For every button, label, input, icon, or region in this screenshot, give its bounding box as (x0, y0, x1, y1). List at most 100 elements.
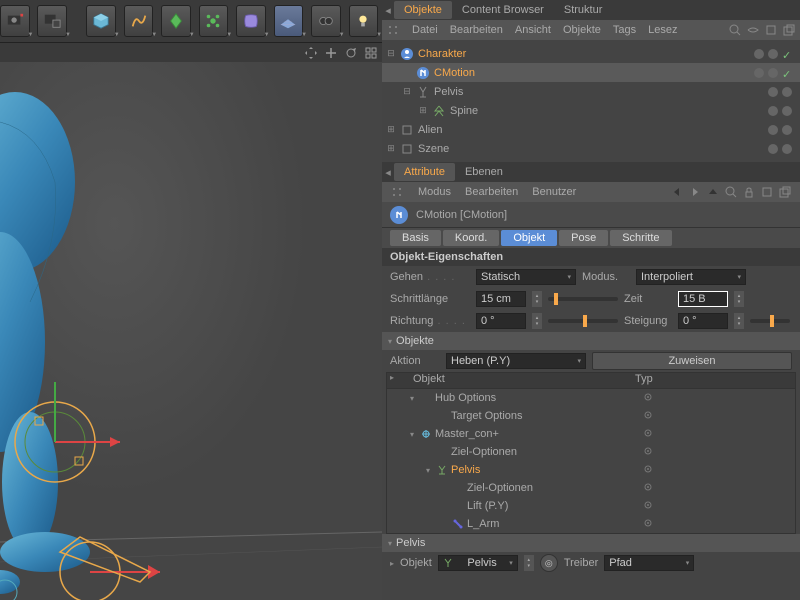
list-item[interactable]: ▾ Hub Options (387, 389, 795, 407)
visibility-tag[interactable] (768, 87, 778, 97)
tool-spline-icon[interactable] (124, 5, 154, 37)
lock-icon[interactable] (742, 185, 756, 199)
menu-grip-icon[interactable] (390, 185, 404, 199)
undock-icon[interactable] (778, 185, 792, 199)
tool-light-icon[interactable] (349, 5, 379, 37)
visibility-tag[interactable] (782, 106, 792, 116)
tree-row-alien[interactable]: ⊞ Alien (382, 120, 800, 139)
tab-struktur[interactable]: Struktur (554, 1, 613, 19)
tool-floor-icon[interactable] (274, 5, 304, 37)
dropdown-icon[interactable]: ▼ (65, 32, 71, 38)
tab-ebenen[interactable]: Ebenen (455, 163, 513, 181)
item-gear-icon[interactable] (643, 446, 655, 459)
enable-check-icon[interactable]: ✓ (782, 49, 792, 59)
vp-layout-icon[interactable] (364, 46, 378, 60)
subtab-pose[interactable]: Pose (559, 230, 608, 246)
tree-row-spine[interactable]: ⊞ Spine (382, 101, 800, 120)
tool-render-settings-icon[interactable] (37, 5, 67, 37)
dropdown-icon[interactable]: ▼ (151, 32, 157, 38)
tool-render-icon[interactable] (0, 5, 30, 37)
tool-cube-icon[interactable] (86, 5, 116, 37)
tab-content-browser[interactable]: Content Browser (452, 1, 554, 19)
item-gear-icon[interactable] (643, 518, 655, 531)
section-objekte[interactable]: Objekte (382, 332, 800, 350)
nav-back-icon[interactable] (670, 185, 684, 199)
menu-bearbeiten[interactable]: Bearbeiten (465, 186, 518, 198)
filter-icon[interactable] (764, 23, 778, 37)
dropdown-icon[interactable]: ▼ (189, 32, 195, 38)
dropdown-icon[interactable]: ▼ (339, 32, 345, 38)
tree-row-pelvis[interactable]: ⊟ Pelvis (382, 82, 800, 101)
menu-lesez[interactable]: Lesez (648, 24, 677, 36)
modus-select[interactable]: Interpoliert (636, 269, 746, 285)
treiber-select[interactable]: Pfad (604, 555, 694, 571)
dropdown-icon[interactable]: ▼ (226, 32, 232, 38)
vp-zoom-icon[interactable] (324, 46, 338, 60)
nav-fwd-icon[interactable] (688, 185, 702, 199)
menu-objekte[interactable]: Objekte (563, 24, 601, 36)
item-gear-icon[interactable] (643, 428, 655, 441)
menu-bearbeiten[interactable]: Bearbeiten (450, 24, 503, 36)
zeit-input[interactable] (678, 291, 728, 307)
tree-row-cmotion[interactable]: CMotion ✓ (382, 63, 800, 82)
steigung-input[interactable] (678, 313, 728, 329)
list-item[interactable]: ▾ Master_con+ (387, 425, 795, 443)
aktion-select[interactable]: Heben (P.Y) (446, 353, 586, 369)
new-icon[interactable] (760, 185, 774, 199)
list-item[interactable]: ▾ Pelvis (387, 461, 795, 479)
expand-icon[interactable]: ⊟ (402, 86, 412, 97)
menu-tags[interactable]: Tags (613, 24, 636, 36)
tool-nurbs-icon[interactable] (161, 5, 191, 37)
list-item[interactable]: Ziel-Optionen (387, 479, 795, 497)
visibility-tag[interactable] (768, 125, 778, 135)
spinner[interactable] (532, 313, 542, 329)
dropdown-icon[interactable]: ▼ (301, 32, 307, 38)
expand-icon[interactable]: ⊞ (418, 105, 428, 116)
item-gear-icon[interactable] (643, 500, 655, 513)
expand-icon[interactable]: ▾ (423, 466, 433, 475)
tab-scroll-left-icon[interactable]: ◂ (382, 166, 394, 179)
subtab-basis[interactable]: Basis (390, 230, 441, 246)
spinner[interactable] (524, 555, 534, 571)
objekt-select[interactable]: Pelvis (438, 555, 518, 571)
tool-array-icon[interactable] (199, 5, 229, 37)
richtung-input[interactable] (476, 313, 526, 329)
tool-camera-icon[interactable] (311, 5, 341, 37)
vp-orbit-icon[interactable] (344, 46, 358, 60)
dropdown-icon[interactable]: ▼ (114, 32, 120, 38)
expand-icon[interactable]: ⊟ (386, 48, 396, 59)
list-item[interactable]: L_Arm (387, 515, 795, 533)
item-gear-icon[interactable] (643, 410, 655, 423)
visibility-tag[interactable] (782, 125, 792, 135)
menu-grip-icon[interactable] (386, 23, 400, 37)
collapse-icon[interactable]: ▸ (390, 559, 394, 568)
subtab-schritte[interactable]: Schritte (610, 230, 671, 246)
target-button[interactable]: ◎ (540, 554, 558, 572)
tab-objekte[interactable]: Objekte (394, 1, 452, 19)
dropdown-icon[interactable]: ▼ (264, 32, 270, 38)
tab-attribute[interactable]: Attribute (394, 163, 455, 181)
nav-up-icon[interactable] (706, 185, 720, 199)
list-item[interactable]: Ziel-Optionen (387, 443, 795, 461)
spinner[interactable] (734, 291, 744, 307)
visibility-tag[interactable] (754, 68, 764, 78)
tree-row-szene[interactable]: ⊞ Szene (382, 139, 800, 158)
undock-icon[interactable] (782, 23, 796, 37)
zuweisen-button[interactable]: Zuweisen (592, 352, 792, 370)
gehen-select[interactable]: Statisch (476, 269, 576, 285)
visibility-tag[interactable] (768, 144, 778, 154)
schritt-input[interactable] (476, 291, 526, 307)
subtab-objekt[interactable]: Objekt (501, 230, 557, 246)
3d-viewport[interactable] (0, 62, 382, 600)
list-item[interactable]: Target Options (387, 407, 795, 425)
section-pelvis[interactable]: Pelvis (382, 534, 800, 552)
tree-row-charakter[interactable]: ⊟ Charakter ✓ (382, 44, 800, 63)
menu-datei[interactable]: Datei (412, 24, 438, 36)
visibility-tag[interactable] (782, 144, 792, 154)
expand-icon[interactable]: ▾ (407, 394, 417, 403)
collapse-icon[interactable]: ▸ (387, 373, 397, 388)
menu-benutzer[interactable]: Benutzer (532, 186, 576, 198)
expand-icon[interactable]: ⊞ (386, 124, 396, 135)
vp-pan-icon[interactable] (304, 46, 318, 60)
spinner[interactable] (734, 313, 744, 329)
